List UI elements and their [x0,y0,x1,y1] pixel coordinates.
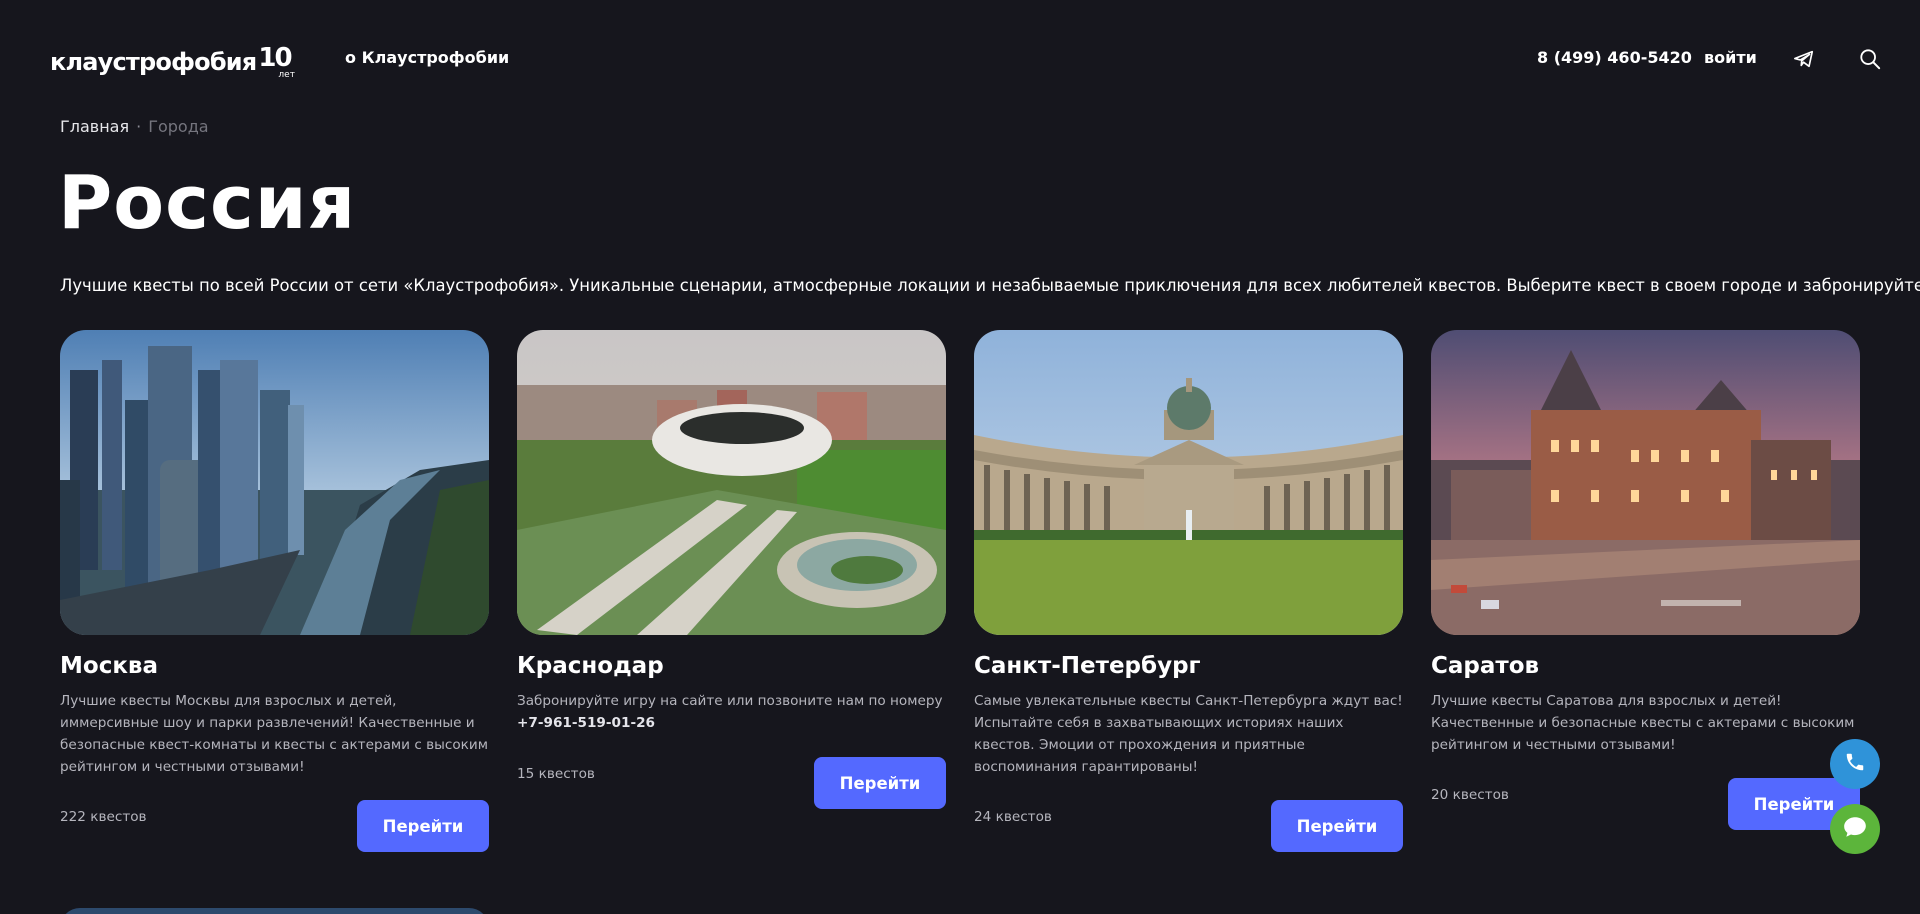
city-title-spb[interactable]: Санкт-Петербург [974,653,1201,679]
breadcrumb: Главная · Города [60,117,209,136]
city-image-krasnodar[interactable] [517,330,946,635]
telegram-icon[interactable] [1793,48,1815,70]
page-intro: Лучшие квесты по всей России от сети «Кл… [60,276,1920,295]
city-image-saratov[interactable] [1431,330,1860,635]
city-count-spb: 24 квестов [974,809,1052,825]
city-desc-krasnodar-text: Забронируйте игру на сайте или позвоните… [517,693,943,709]
breadcrumb-separator: · [136,117,142,136]
page-title: Россия [58,160,357,246]
phone-icon [1844,751,1866,777]
city-count-saratov: 20 квестов [1431,787,1509,803]
city-desc-krasnodar: Забронируйте игру на сайте или позвоните… [517,690,946,734]
city-title-moscow[interactable]: Москва [60,653,158,679]
breadcrumb-current: Города [148,117,209,136]
next-row-card-peek [60,908,489,914]
city-count-krasnodar: 15 квестов [517,766,595,782]
chat-icon [1842,814,1868,844]
breadcrumb-home[interactable]: Главная [60,117,129,136]
city-card-moscow[interactable]: Москва Лучшие квесты Москвы для взрослых… [60,330,489,852]
city-image-moscow[interactable] [60,330,489,635]
city-card-krasnodar[interactable]: Краснодар Забронируйте игру на сайте или… [517,330,946,809]
logo-badge-number: 10 [258,43,292,73]
city-card-saratov[interactable]: Саратов Лучшие квесты Саратова для взрос… [1431,330,1860,830]
logo-badge-sub: лет [278,70,295,80]
city-go-button-krasnodar[interactable]: Перейти [814,757,946,809]
city-count-moscow: 222 квестов [60,809,147,825]
login-link[interactable]: войти [1704,48,1757,67]
search-icon[interactable] [1859,48,1881,70]
city-image-spb[interactable] [974,330,1403,635]
city-phone-krasnodar[interactable]: +7-961-519-01-26 [517,712,946,734]
floating-chat-button[interactable] [1830,804,1880,854]
city-desc-saratov: Лучшие квесты Саратова для взрослых и де… [1431,693,1855,753]
logo[interactable]: клаустрофобия 10 лет [50,40,298,84]
logo-anniversary-badge: 10 лет [258,44,298,84]
city-desc-spb: Самые увлекательные квесты Санкт-Петербу… [974,693,1403,775]
city-title-saratov[interactable]: Саратов [1431,653,1539,679]
floating-phone-button[interactable] [1830,739,1880,789]
city-go-button-moscow[interactable]: Перейти [357,800,489,852]
city-go-button-spb[interactable]: Перейти [1271,800,1403,852]
header-phone-link[interactable]: 8 (499) 460-5420 [1537,48,1692,67]
city-desc-moscow: Лучшие квесты Москвы для взрослых и дете… [60,693,488,775]
logo-text: клаустрофобия [50,48,257,76]
site-header: клаустрофобия 10 лет о Клаустрофобии 8 (… [0,0,1920,118]
nav-about-link[interactable]: о Клаустрофобии [345,48,509,67]
city-title-krasnodar[interactable]: Краснодар [517,653,664,679]
city-card-spb[interactable]: Санкт-Петербург Самые увлекательные квес… [974,330,1403,852]
